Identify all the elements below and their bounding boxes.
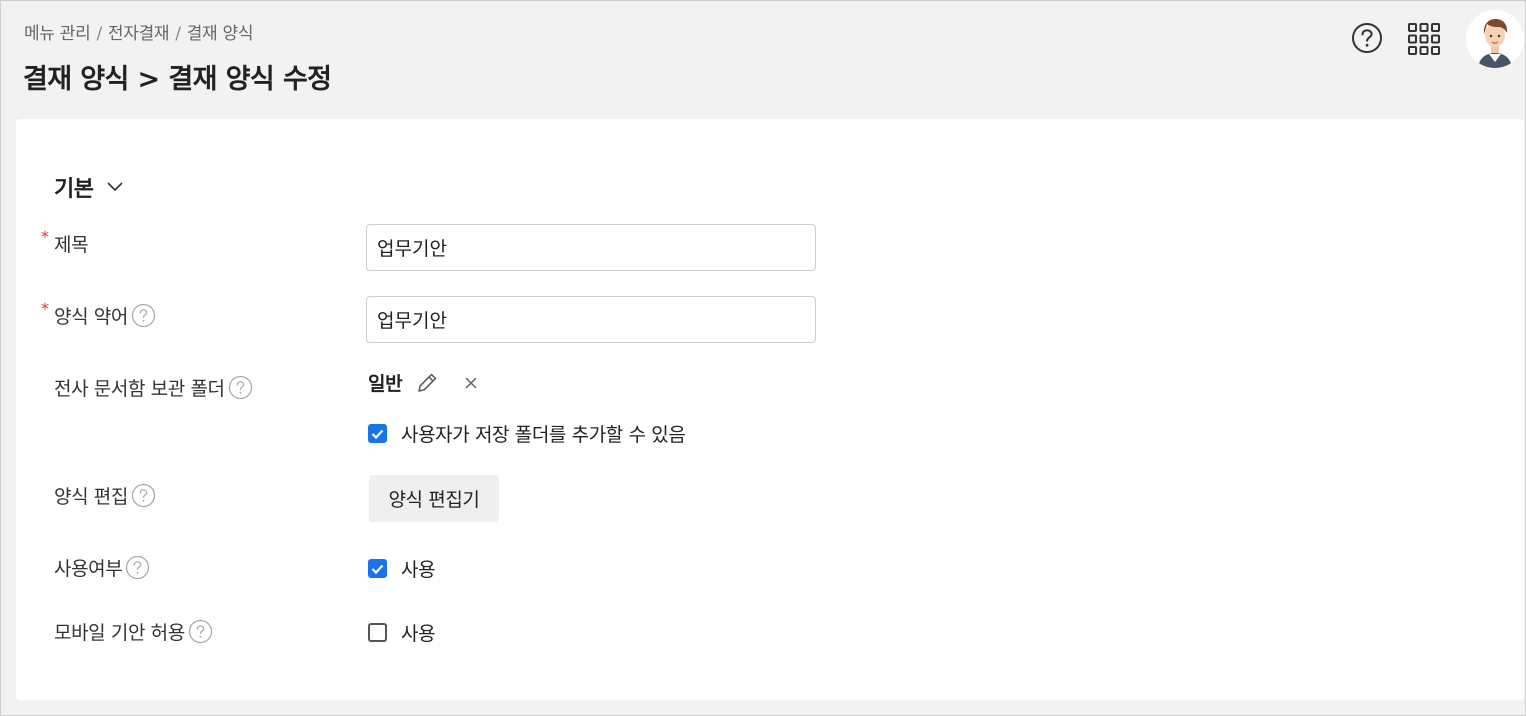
field-label: 전사 문서함 보관 폴더	[54, 378, 225, 400]
help-tooltip-icon[interactable]	[188, 619, 213, 644]
breadcrumb: 메뉴 관리 / 전자결재 / 결재 양식	[24, 19, 253, 44]
chevron-down-icon	[107, 182, 124, 192]
breadcrumb-item[interactable]: 결재 양식	[187, 24, 254, 44]
abbreviation-label: * 양식 약어	[41, 299, 156, 329]
help-tooltip-icon[interactable]	[131, 483, 156, 508]
in-use-checkbox[interactable]	[368, 559, 387, 578]
mobile-draft-row: 사용	[368, 619, 436, 646]
form-card: 기본 * 제목 * 양식 약어 전사 문서함 보관 폴더 일반	[16, 119, 1524, 700]
help-tooltip-icon[interactable]	[131, 303, 156, 328]
section-title: 기본	[54, 177, 94, 202]
close-icon[interactable]	[464, 376, 478, 390]
breadcrumb-item[interactable]: 전자결재	[108, 24, 170, 44]
form-editor-button[interactable]: 양식 편집기	[369, 475, 499, 522]
folder-label: 전사 문서함 보관 폴더	[54, 374, 253, 401]
allow-user-folder-checkbox[interactable]	[368, 424, 387, 443]
folder-name: 일반	[368, 373, 403, 395]
folder-value-row: 일반	[368, 369, 478, 396]
field-label: 모바일 기안 허용	[54, 622, 185, 644]
title-label: * 제목	[41, 227, 89, 257]
help-icon[interactable]	[1351, 22, 1383, 54]
abbreviation-input[interactable]	[366, 296, 816, 343]
help-tooltip-icon[interactable]	[125, 555, 150, 580]
field-label: 양식 편집	[54, 486, 128, 508]
mobile-draft-checkbox[interactable]	[368, 623, 387, 642]
help-tooltip-icon[interactable]	[228, 375, 253, 400]
apps-grid-icon[interactable]	[1407, 22, 1441, 56]
section-toggle-basic[interactable]: 기본	[54, 171, 124, 203]
breadcrumb-separator: /	[96, 24, 102, 44]
required-mark: *	[41, 299, 49, 318]
breadcrumb-item[interactable]: 메뉴 관리	[24, 24, 91, 44]
mobile-draft-label: 모바일 기안 허용	[54, 618, 213, 645]
checkbox-label: 사용자가 저장 폴더를 추가할 수 있음	[401, 424, 686, 446]
title-input[interactable]	[366, 224, 816, 271]
in-use-label: 사용여부	[54, 554, 150, 581]
page-title: 결재 양식 > 결재 양식 수정	[23, 64, 332, 95]
required-mark: *	[41, 227, 49, 246]
form-edit-label: 양식 편집	[54, 482, 156, 509]
checkbox-label: 사용	[401, 559, 436, 581]
checkbox-label: 사용	[401, 623, 436, 645]
user-avatar[interactable]	[1466, 10, 1524, 68]
field-label: 양식 약어	[54, 306, 128, 328]
pencil-icon[interactable]	[414, 370, 440, 396]
in-use-row: 사용	[368, 555, 436, 582]
allow-user-folder-row: 사용자가 저장 폴더를 추가할 수 있음	[368, 420, 686, 447]
breadcrumb-separator: /	[175, 24, 181, 44]
field-label: 제목	[54, 234, 89, 256]
field-label: 사용여부	[54, 558, 123, 580]
